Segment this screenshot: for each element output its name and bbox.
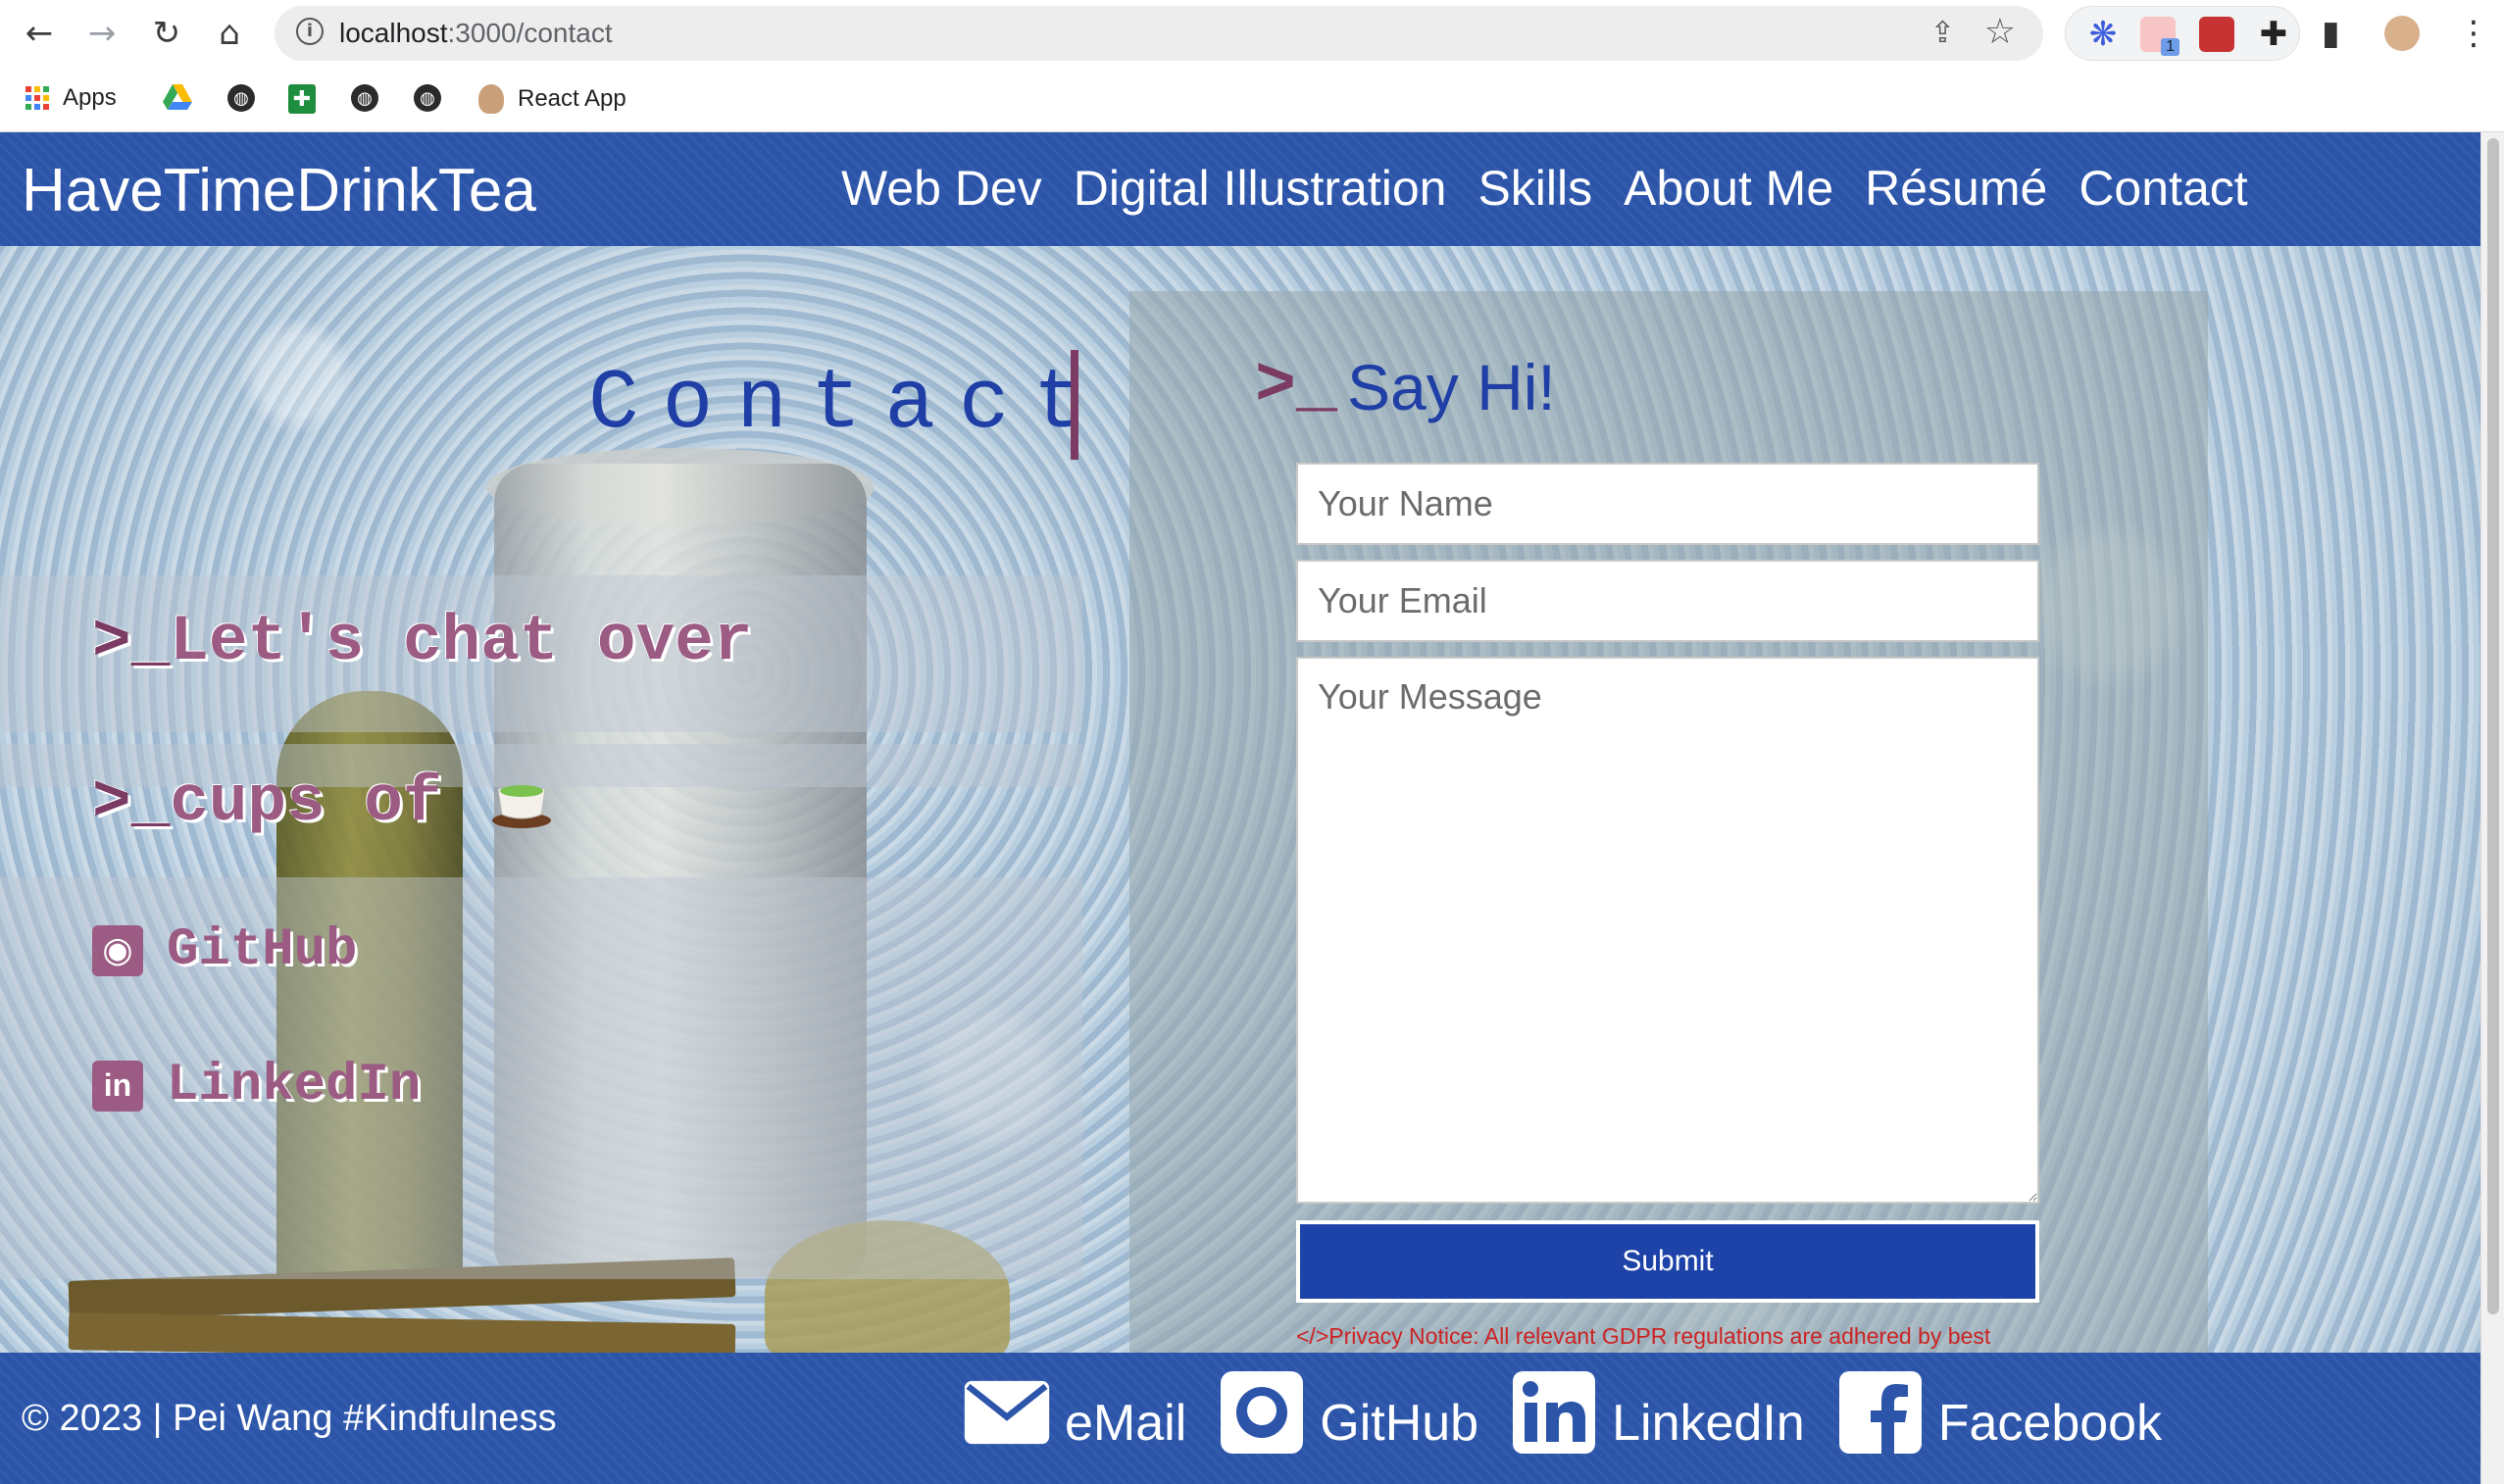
globe-icon: ◍ bbox=[351, 84, 378, 112]
back-arrow-icon[interactable]: ← bbox=[20, 14, 59, 53]
page-scrollbar[interactable] bbox=[2480, 132, 2504, 1484]
nav-skills[interactable]: Skills bbox=[1477, 160, 1592, 217]
linkedin-icon bbox=[1510, 1371, 1598, 1454]
linkedin-link[interactable]: in LinkedIn bbox=[92, 1056, 421, 1115]
copyright-text: © 2023 | Pei Wang #Kindfulness bbox=[22, 1398, 557, 1439]
bookmark-react-app[interactable]: React App bbox=[478, 84, 626, 114]
chat-line-2: >_cups of bbox=[92, 766, 553, 839]
globe-icon: ◍ bbox=[414, 84, 441, 112]
nav-about-me[interactable]: About Me bbox=[1624, 160, 1833, 217]
page-viewport: HaveTimeDrinkTea Web Dev Digital Illustr… bbox=[0, 132, 2480, 1484]
footer-links: eMail GitHub LinkedIn Facebook bbox=[963, 1371, 2162, 1454]
profile-avatar[interactable] bbox=[2384, 16, 2420, 51]
contact-form-panel: >_ Say Hi! Submit </>Privacy Notice: All… bbox=[1129, 291, 2208, 1484]
bookmarks-bar: Apps ◍ ✚ ◍ ◍ React App bbox=[0, 67, 2504, 132]
extension-icon[interactable]: 1 bbox=[2140, 17, 2179, 56]
side-panel-icon[interactable]: ▮ bbox=[2322, 14, 2340, 53]
github-icon: ◉ bbox=[92, 924, 143, 976]
github-icon bbox=[1218, 1371, 1306, 1454]
submit-button[interactable]: Submit bbox=[1296, 1220, 2039, 1303]
bookmark-drive[interactable] bbox=[163, 84, 192, 112]
name-input[interactable] bbox=[1296, 463, 2039, 545]
page-title: Contact bbox=[588, 356, 1108, 452]
form-heading: >_ Say Hi! bbox=[1255, 348, 1556, 425]
nav-resume[interactable]: Résumé bbox=[1865, 160, 2047, 217]
nav-web-dev[interactable]: Web Dev bbox=[841, 160, 1042, 217]
facebook-icon bbox=[1836, 1371, 1925, 1454]
scrollbar-thumb[interactable] bbox=[2487, 138, 2499, 1314]
bookmark-star-icon[interactable]: ☆ bbox=[1984, 12, 2016, 52]
menu-kebab-icon[interactable]: ⋮ bbox=[2457, 14, 2490, 53]
reload-icon[interactable]: ↻ bbox=[147, 14, 186, 53]
share-icon[interactable]: ⇪ bbox=[1930, 16, 1955, 50]
site-header: HaveTimeDrinkTea Web Dev Digital Illustr… bbox=[0, 132, 2480, 246]
chat-line-1: >_Let's chat over bbox=[92, 605, 753, 678]
nav-digital-illustration[interactable]: Digital Illustration bbox=[1074, 160, 1447, 217]
google-drive-icon bbox=[163, 84, 192, 110]
bookmark-apps[interactable]: Apps bbox=[25, 84, 117, 112]
red-extension-icon[interactable] bbox=[2199, 17, 2234, 52]
avatar-icon bbox=[478, 84, 504, 114]
linkedin-icon: in bbox=[92, 1060, 143, 1112]
email-input[interactable] bbox=[1296, 560, 2039, 642]
footer-facebook-link[interactable]: Facebook bbox=[1836, 1371, 2162, 1454]
github-link[interactable]: ◉ GitHub bbox=[92, 920, 357, 980]
snowflake-extension-icon[interactable]: ❋ bbox=[2085, 17, 2121, 52]
home-icon[interactable]: ⌂ bbox=[210, 14, 249, 53]
bookmark-globe-2[interactable]: ◍ bbox=[351, 84, 378, 112]
browser-toolbar: ← → ↻ ⌂ i localhost:3000/contact ⇪ ☆ ❋ 1… bbox=[0, 0, 2504, 67]
nav-contact[interactable]: Contact bbox=[2078, 160, 2247, 217]
footer-github-link[interactable]: GitHub bbox=[1218, 1371, 1478, 1454]
envelope-icon bbox=[963, 1372, 1051, 1453]
footer-email-link[interactable]: eMail bbox=[963, 1372, 1186, 1453]
site-info-icon[interactable]: i bbox=[296, 18, 324, 45]
footer-linkedin-link[interactable]: LinkedIn bbox=[1510, 1371, 1805, 1454]
bookmark-sheets[interactable]: ✚ bbox=[288, 84, 316, 114]
message-textarea[interactable] bbox=[1296, 657, 2039, 1204]
typing-cursor bbox=[1071, 350, 1078, 460]
site-brand[interactable]: HaveTimeDrinkTea bbox=[22, 156, 536, 225]
bookmark-globe-3[interactable]: ◍ bbox=[414, 84, 441, 112]
forward-arrow-icon[interactable]: → bbox=[82, 14, 122, 53]
url-text[interactable]: localhost:3000/contact bbox=[339, 18, 613, 49]
address-bar[interactable]: i localhost:3000/contact ⇪ ☆ bbox=[275, 6, 2043, 61]
google-sheets-icon: ✚ bbox=[288, 84, 316, 114]
apps-grid-icon bbox=[25, 86, 49, 110]
bookmark-globe-1[interactable]: ◍ bbox=[227, 84, 255, 112]
extensions-area: ❋ 1 ✚ bbox=[2065, 6, 2300, 61]
globe-icon: ◍ bbox=[227, 84, 255, 112]
green-tea-emoji-icon bbox=[492, 784, 552, 828]
main-nav: Web Dev Digital Illustration Skills Abou… bbox=[841, 160, 2248, 217]
site-footer: © 2023 | Pei Wang #Kindfulness eMail Git… bbox=[0, 1353, 2480, 1484]
puzzle-piece-icon[interactable]: ✚ bbox=[2256, 17, 2291, 52]
